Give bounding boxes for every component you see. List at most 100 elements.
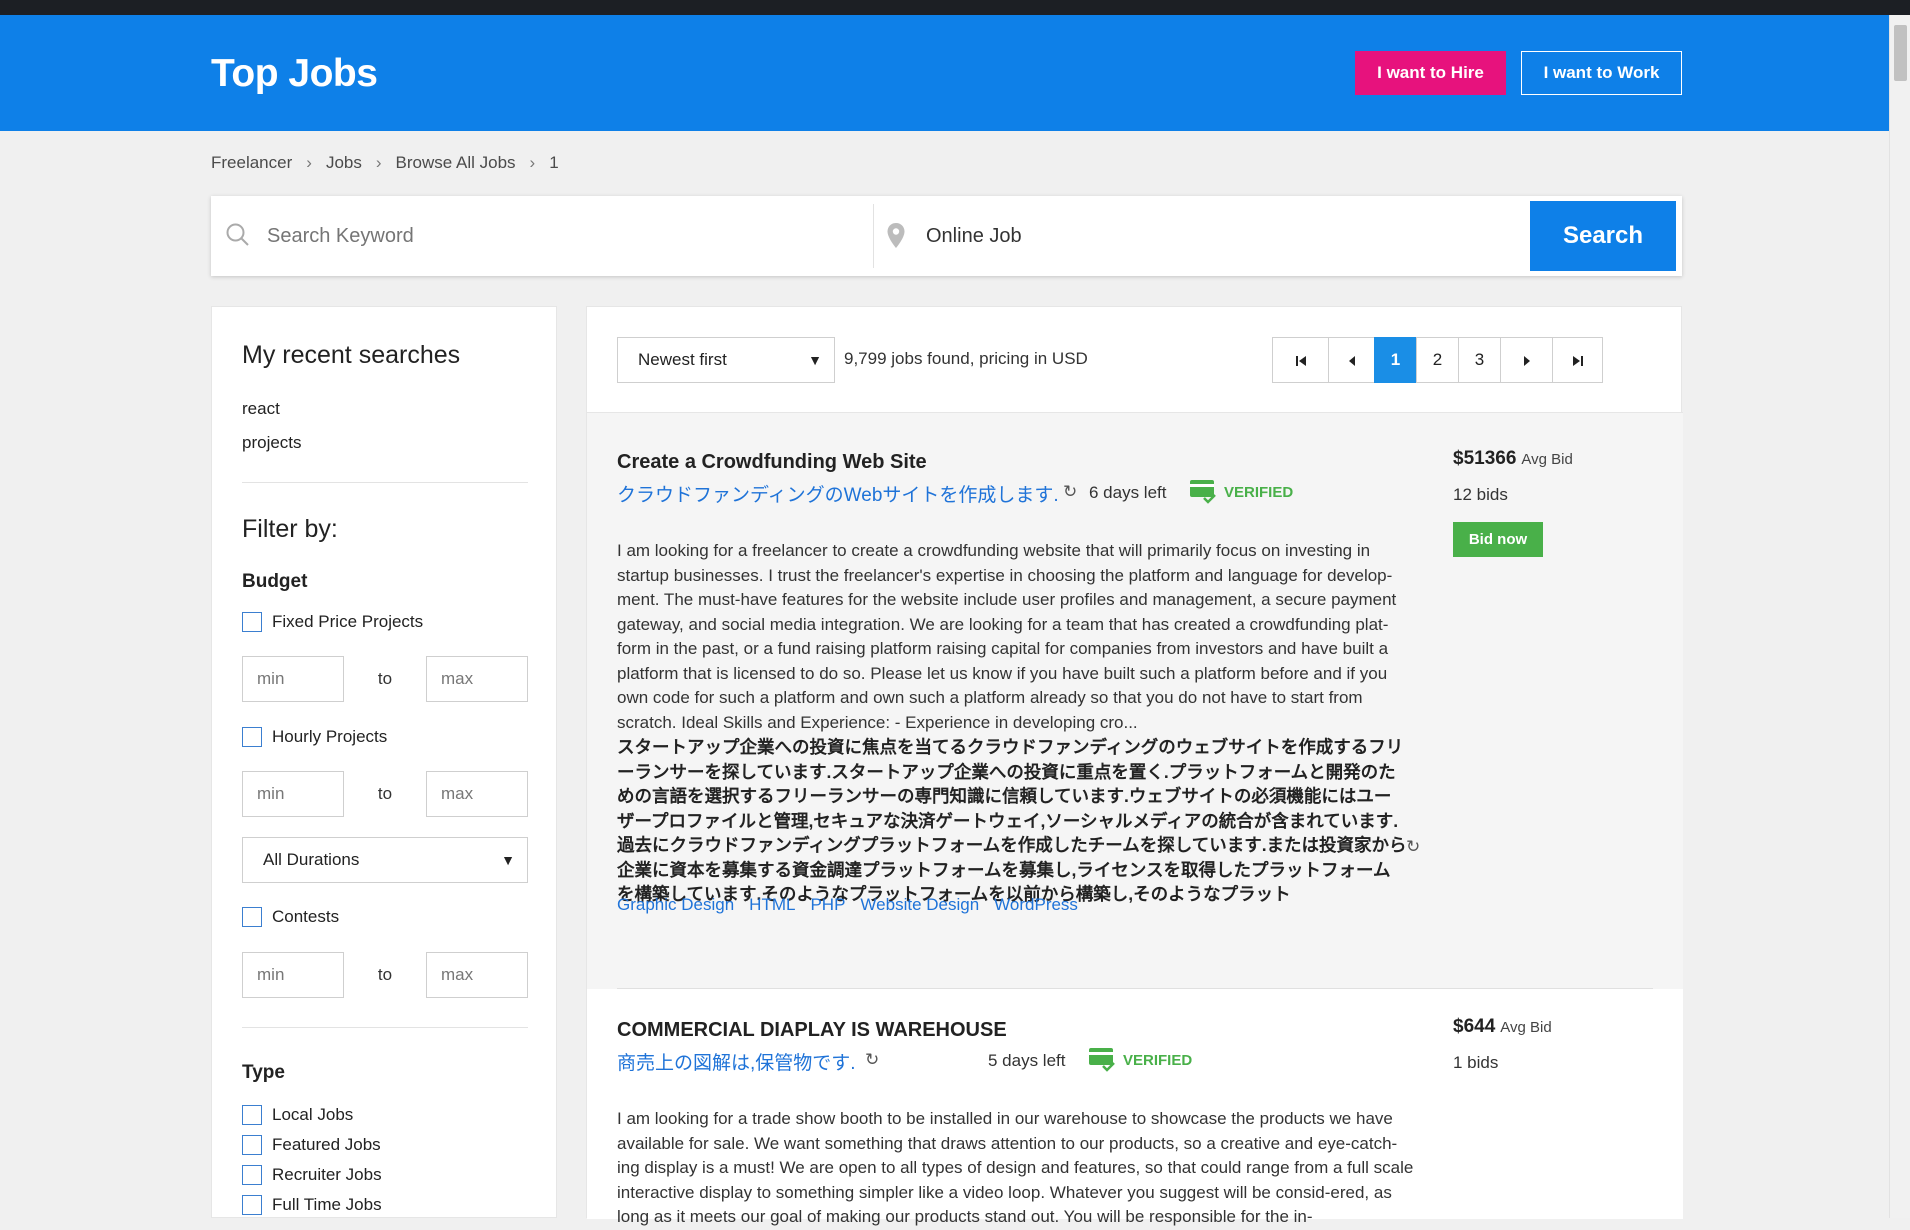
checkbox-box[interactable]	[242, 612, 262, 632]
skill-tag[interactable]: WordPress	[994, 895, 1078, 915]
breadcrumb: Freelancer › Jobs › Browse All Jobs › 1	[211, 153, 559, 173]
fixed-price-range: min to max	[242, 656, 528, 702]
refresh-icon[interactable]: ↻	[1406, 837, 1420, 857]
sort-select[interactable]: Newest first ▼	[617, 337, 835, 383]
divider	[242, 1027, 528, 1028]
avg-bid-amount: $51366	[1453, 448, 1517, 469]
type-featured-jobs-checkbox[interactable]: Featured Jobs	[242, 1135, 381, 1155]
job-days-left: 6 days left	[1089, 483, 1167, 502]
chevron-down-icon: ▼	[501, 852, 515, 868]
job-card: COMMERCIAL DIAPLAY IS WAREHOUSE 商売上の図解は,…	[587, 989, 1683, 1226]
scrollbar-thumb[interactable]	[1894, 25, 1907, 81]
recent-searches-title: My recent searches	[242, 341, 461, 369]
range-to-label: to	[377, 669, 393, 688]
verified-card-icon	[1089, 1048, 1115, 1072]
avg-bid-label: Avg Bid	[1521, 451, 1573, 468]
checkbox-box[interactable]	[242, 907, 262, 927]
fixed-min-input[interactable]: min	[242, 656, 344, 702]
avg-bid: $51366 Avg Bid	[1453, 448, 1573, 470]
job-translated-title[interactable]: クラウドファンディングのWebサイトを作成します.	[617, 480, 1059, 507]
checkbox-label: Contests	[272, 907, 340, 926]
verified-badge: VERIFIED	[1087, 1045, 1192, 1075]
checkbox-box[interactable]	[242, 727, 262, 747]
work-button[interactable]: I want to Work	[1521, 51, 1682, 95]
verified-badge: VERIFIED	[1188, 477, 1293, 507]
fixed-max-input[interactable]: max	[426, 656, 528, 702]
bid-now-button[interactable]: Bid now	[1453, 522, 1543, 557]
breadcrumb-freelancer[interactable]: Freelancer	[211, 153, 292, 173]
hourly-max-input[interactable]: max	[426, 771, 528, 817]
hourly-range: min to max	[242, 771, 528, 817]
type-recruiter-jobs-checkbox[interactable]: Recruiter Jobs	[242, 1165, 382, 1185]
avg-bid-amount: $644	[1453, 1016, 1496, 1037]
hourly-checkbox[interactable]: Hourly Projects	[242, 727, 387, 747]
verified-card-icon	[1190, 480, 1216, 504]
skill-tag[interactable]: HTML	[749, 895, 795, 915]
checkbox-box[interactable]	[242, 1105, 262, 1125]
contests-max-input[interactable]: max	[426, 952, 528, 998]
sort-select-value: Newest first	[638, 350, 727, 369]
recent-search-item[interactable]: react	[242, 392, 302, 426]
recent-search-item[interactable]: projects	[242, 426, 302, 460]
next-page-button[interactable]	[1500, 337, 1553, 383]
refresh-icon[interactable]: ↻	[1063, 482, 1077, 502]
contests-range: min to max	[242, 952, 528, 998]
skill-tag[interactable]: PHP	[810, 895, 845, 915]
prev-page-icon	[1348, 355, 1355, 366]
refresh-icon[interactable]: ↻	[865, 1050, 879, 1070]
divider	[242, 482, 528, 483]
hire-button[interactable]: I want to Hire	[1355, 51, 1506, 95]
page-scrollbar[interactable]	[1889, 15, 1910, 1218]
duration-select[interactable]: All Durations ▼	[242, 837, 528, 883]
first-page-button[interactable]	[1272, 337, 1329, 383]
checkbox-label: Recruiter Jobs	[272, 1165, 382, 1184]
checkbox-label: Featured Jobs	[272, 1135, 381, 1154]
checkbox-box[interactable]	[242, 1165, 262, 1185]
site-logo[interactable]: Top Jobs	[211, 52, 378, 96]
fixed-price-checkbox[interactable]: Fixed Price Projects	[242, 612, 423, 632]
bid-count: 1 bids	[1453, 1053, 1499, 1072]
type-full-time-jobs-checkbox[interactable]: Full Time Jobs	[242, 1195, 382, 1215]
checkbox-label: Local Jobs	[272, 1105, 354, 1124]
site-header: Top Jobs I want to Hire I want to Work	[0, 15, 1889, 131]
hourly-min-input[interactable]: min	[242, 771, 344, 817]
breadcrumb-jobs[interactable]: Jobs	[326, 153, 362, 173]
checkbox-box[interactable]	[242, 1195, 262, 1215]
skill-tag[interactable]: Website Design	[860, 895, 979, 915]
job-days-left: 5 days left	[988, 1051, 1066, 1070]
breadcrumb-browse-all-jobs[interactable]: Browse All Jobs	[396, 153, 516, 173]
page-3-button[interactable]: 3	[1458, 337, 1501, 383]
contests-checkbox[interactable]: Contests	[242, 907, 339, 927]
range-to-label: to	[377, 965, 393, 984]
contests-min-input[interactable]: min	[242, 952, 344, 998]
skill-tag[interactable]: Graphic Design	[617, 895, 734, 915]
checkbox-label: Full Time Jobs	[272, 1195, 382, 1214]
page-2-button[interactable]: 2	[1416, 337, 1459, 383]
filter-sidebar: My recent searches react projects Filter…	[211, 306, 557, 1218]
job-title[interactable]: COMMERCIAL DIAPLAY IS WAREHOUSE	[617, 1019, 1007, 1042]
breadcrumb-current-page: 1	[549, 153, 559, 172]
range-to-label: to	[377, 784, 393, 803]
job-translated-description: スタートアップ企業への投資に焦点を当てるクラウドファンディングのウェブサイトを作…	[617, 737, 1407, 904]
search-keyword-input[interactable]	[265, 196, 855, 276]
type-local-jobs-checkbox[interactable]: Local Jobs	[242, 1105, 353, 1125]
location-input[interactable]	[924, 196, 1444, 276]
page-1-button[interactable]: 1	[1374, 337, 1417, 383]
last-page-button[interactable]	[1552, 337, 1603, 383]
breadcrumb-separator: ›	[529, 153, 536, 172]
prev-page-button[interactable]	[1328, 337, 1375, 383]
keyword-field	[211, 196, 873, 276]
checkbox-label: Hourly Projects	[272, 727, 388, 746]
job-translated-title[interactable]: 商売上の図解は,保管物です.	[617, 1048, 856, 1075]
avg-bid: $644 Avg Bid	[1453, 1016, 1552, 1038]
pagination: 1 2 3	[1272, 337, 1603, 383]
budget-title: Budget	[242, 571, 308, 592]
search-bar: Search	[211, 196, 1682, 276]
job-title[interactable]: Create a Crowdfunding Web Site	[617, 451, 927, 474]
results-toolbar: Newest first ▼ 9,799 jobs found, pricing…	[587, 307, 1683, 413]
checkbox-box[interactable]	[242, 1135, 262, 1155]
filter-title: Filter by:	[242, 515, 338, 543]
chevron-down-icon: ▼	[808, 352, 822, 368]
next-page-icon	[1523, 355, 1530, 366]
search-button[interactable]: Search	[1530, 201, 1676, 271]
